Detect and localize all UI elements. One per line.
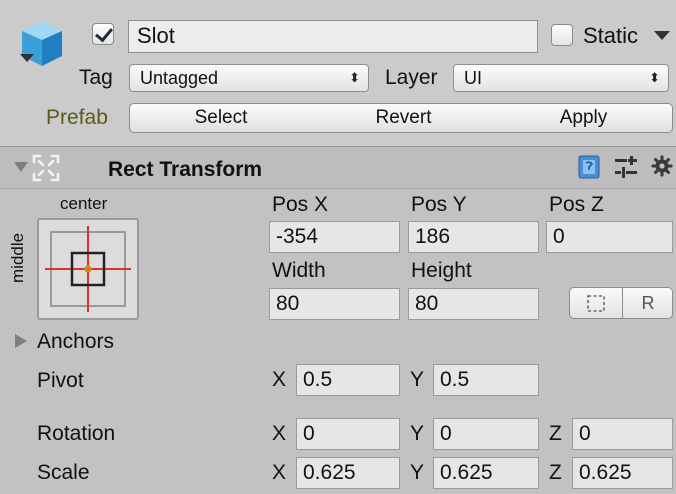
width-label: Width <box>272 259 326 282</box>
foldout-arrow-icon[interactable] <box>14 160 28 174</box>
dropdown-arrows-icon: ⬍ <box>649 70 660 85</box>
active-checkbox[interactable] <box>92 23 114 45</box>
book-icon[interactable] <box>578 155 600 179</box>
rotation-x-axis-label[interactable]: X <box>272 419 286 449</box>
pos-z-field[interactable]: 0 <box>546 221 673 253</box>
prefab-revert-button[interactable]: Revert <box>312 103 496 133</box>
pivot-label: Pivot <box>37 369 84 392</box>
tag-dropdown[interactable]: Untagged ⬍ <box>129 64 369 92</box>
edit-mode-toggle: R <box>569 287 673 319</box>
scale-label: Scale <box>37 461 90 484</box>
anchor-preset-button[interactable] <box>37 218 139 320</box>
name-field[interactable]: Slot <box>128 20 538 53</box>
tag-value: Untagged <box>140 68 219 88</box>
tag-label: Tag <box>79 66 113 89</box>
blueprint-mode-icon[interactable] <box>586 294 606 313</box>
rotation-y-field[interactable]: 0 <box>433 418 539 450</box>
layer-value: UI <box>464 68 482 88</box>
scale-x-field[interactable]: 0.625 <box>296 457 400 489</box>
pivot-y-field[interactable]: 0.5 <box>433 364 539 396</box>
prefab-select-button[interactable]: Select <box>129 103 313 133</box>
rotation-label: Rotation <box>37 422 116 445</box>
scale-z-axis-label[interactable]: Z <box>549 458 562 488</box>
anchors-foldout[interactable]: Anchors <box>37 328 114 356</box>
scale-x-axis-label[interactable]: X <box>272 458 286 488</box>
component-header[interactable] <box>0 147 676 189</box>
layer-label: Layer <box>385 66 438 89</box>
anchor-vertical-label: middle <box>8 232 27 283</box>
height-field[interactable]: 80 <box>408 288 539 320</box>
rotation-z-field[interactable]: 0 <box>572 418 673 450</box>
raw-edit-button[interactable]: R <box>623 288 673 318</box>
scale-y-axis-label[interactable]: Y <box>410 458 424 488</box>
rotation-x-field[interactable]: 0 <box>296 418 400 450</box>
scale-z-field[interactable]: 0.625 <box>572 457 673 489</box>
static-label: Static <box>583 23 639 48</box>
pivot-x-axis-label[interactable]: X <box>272 365 286 395</box>
pos-y-field[interactable]: 186 <box>408 221 539 253</box>
layer-dropdown[interactable]: UI ⬍ <box>453 64 669 92</box>
static-checkbox[interactable] <box>551 24 573 46</box>
prefab-apply-button[interactable]: Apply <box>495 103 673 133</box>
component-title: Rect Transform <box>108 158 263 181</box>
dropdown-arrows-icon: ⬍ <box>349 70 360 85</box>
height-label: Height <box>411 259 472 282</box>
width-field[interactable]: 80 <box>269 288 400 320</box>
pivot-x-field[interactable]: 0.5 <box>296 364 400 396</box>
anchors-foldout-arrow-icon[interactable] <box>14 333 28 349</box>
dropdown-arrow-icon[interactable] <box>20 54 34 64</box>
rotation-z-axis-label[interactable]: Z <box>549 419 562 449</box>
gear-icon[interactable] <box>651 155 673 177</box>
scale-y-field[interactable]: 0.625 <box>433 457 539 489</box>
presets-icon[interactable] <box>614 156 638 178</box>
rotation-y-axis-label[interactable]: Y <box>410 419 424 449</box>
pos-y-label: Pos Y <box>411 193 467 216</box>
pos-z-label: Pos Z <box>549 193 604 216</box>
pos-x-label: Pos X <box>272 193 329 216</box>
prefab-label: Prefab <box>46 106 108 129</box>
chevron-down-icon[interactable] <box>654 30 670 42</box>
pos-x-field[interactable]: -354 <box>269 221 400 253</box>
anchor-horizontal-label: center <box>60 194 108 213</box>
pivot-y-axis-label[interactable]: Y <box>410 365 424 395</box>
rect-transform-icon <box>32 154 60 182</box>
